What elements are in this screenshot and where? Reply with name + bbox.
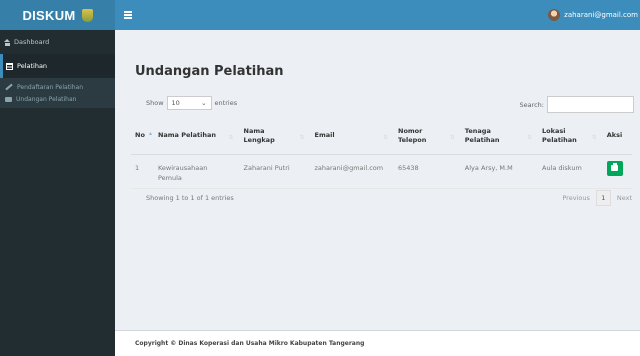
table-icon bbox=[6, 62, 13, 70]
search-label: Search: bbox=[519, 100, 544, 109]
sidebar-item-dashboard[interactable]: Dashboard bbox=[0, 30, 115, 54]
cell-no: 1 bbox=[131, 154, 154, 189]
sidebar-item-pendaftaran[interactable]: Pendaftaran Pelatihan bbox=[0, 81, 115, 93]
table-search: Search: bbox=[519, 96, 634, 113]
page-title: Undangan Pelatihan bbox=[135, 64, 284, 79]
next-button[interactable]: Next bbox=[617, 194, 632, 202]
table-header-row: No ▴ Nama Pelatihan ⇅ Nama Lengkap ⇅ Email ⇅ … bbox=[131, 118, 632, 155]
envelope-icon bbox=[5, 96, 12, 102]
column-header-aksi: Aksi bbox=[602, 118, 632, 155]
sidebar-subitem-label: Pendaftaran Pelatihan bbox=[17, 83, 84, 91]
page-1-button[interactable]: 1 bbox=[595, 190, 611, 206]
column-header-telepon[interactable]: Nomor Telepon ⇅ bbox=[394, 118, 461, 155]
sidebar-submenu: Pendaftaran Pelatihan Undangan Pelatihan bbox=[0, 78, 115, 108]
copyright-text: Copyright © Dinas Koperasi dan Usaha Mik… bbox=[135, 340, 365, 347]
cell-email: zaharani@gmail.com bbox=[310, 154, 394, 189]
cell-nama-pelatihan: Kewirausahaan Pemula bbox=[153, 154, 240, 189]
pencil-icon bbox=[5, 83, 13, 91]
user-menu[interactable]: zaharani@gmail.com bbox=[548, 0, 640, 30]
avatar bbox=[548, 9, 561, 21]
sidebar-item-pelatihan[interactable]: Pelatihan bbox=[0, 54, 115, 78]
column-header-no[interactable]: No ▴ bbox=[131, 118, 154, 155]
column-header-nama-pelatihan[interactable]: Nama Pelatihan ⇅ bbox=[153, 118, 240, 155]
column-header-tenaga[interactable]: Tenaga Pelatihan ⇅ bbox=[460, 118, 539, 155]
emblem-icon bbox=[81, 8, 93, 22]
data-table: No ▴ Nama Pelatihan ⇅ Nama Lengkap ⇅ Email ⇅ … bbox=[131, 118, 632, 189]
menu-toggle-icon[interactable] bbox=[124, 11, 132, 19]
logo-text: DISKUM bbox=[22, 7, 76, 23]
pagination: Previous 1 Next bbox=[562, 190, 632, 206]
sidebar-item-undangan[interactable]: Undangan Pelatihan bbox=[0, 93, 115, 105]
top-navbar: zaharani@gmail.com bbox=[115, 0, 640, 30]
sidebar-item-label: Pelatihan bbox=[17, 62, 48, 70]
logo[interactable]: DISKUM bbox=[0, 0, 115, 30]
column-header-email[interactable]: Email ⇅ bbox=[310, 118, 394, 155]
previous-button[interactable]: Previous bbox=[562, 194, 589, 202]
table-info: Showing 1 to 1 of 1 entries bbox=[146, 194, 234, 202]
sidebar-subitem-label: Undangan Pelatihan bbox=[16, 95, 77, 103]
footer: Copyright © Dinas Koperasi dan Usaha Mik… bbox=[115, 330, 640, 356]
entries-label: entries bbox=[214, 99, 238, 107]
chevron-down-icon: ⌄ bbox=[201, 99, 207, 107]
show-label: Show bbox=[146, 99, 164, 107]
cell-telepon: 65438 bbox=[394, 154, 461, 189]
column-header-lokasi[interactable]: Lokasi Pelatihan ⇅ bbox=[538, 118, 603, 155]
sidebar-item-label: Dashboard bbox=[14, 38, 50, 46]
home-icon bbox=[4, 39, 10, 46]
sidebar: Dashboard Pelatihan Pendaftaran Pelatiha… bbox=[0, 30, 115, 356]
page-length-value: 10 bbox=[171, 99, 180, 107]
cell-tenaga: Alya Arsy, M.M bbox=[460, 154, 539, 189]
cell-lokasi: Aula diskum bbox=[538, 154, 603, 189]
page-length-select[interactable]: 10 ⌄ bbox=[166, 96, 212, 110]
search-input[interactable] bbox=[547, 96, 634, 113]
table-row: 1 Kewirausahaan Pemula Zaharani Putri zah… bbox=[131, 154, 632, 189]
page-length-control: Show 10 ⌄ entries bbox=[146, 96, 237, 110]
column-header-nama-lengkap[interactable]: Nama Lengkap ⇅ bbox=[239, 118, 311, 155]
user-email: zaharani@gmail.com bbox=[564, 11, 638, 19]
cell-nama-lengkap: Zaharani Putri bbox=[239, 154, 311, 189]
cell-aksi bbox=[602, 154, 632, 189]
print-icon bbox=[611, 163, 619, 171]
print-button[interactable] bbox=[606, 160, 623, 176]
